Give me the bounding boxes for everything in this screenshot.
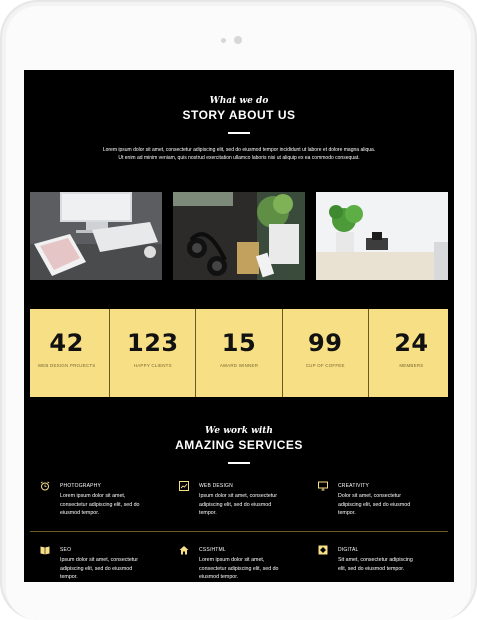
services-divider — [30, 531, 448, 532]
story-intro-line2: Ut enim ad minim veniam, quis nostrud ex… — [118, 155, 360, 161]
service-text: Lorem ipsum dolor sit amet, consectetur … — [199, 556, 319, 582]
stat-value: 15 — [221, 329, 257, 357]
service-text-line: adipiscing elit, sed do eiusmod — [338, 501, 411, 508]
service-text-line: Lorem ipsum dolor sit amet, — [60, 493, 126, 499]
service-text: Ipsum dolor sit amet, consectetur adipis… — [60, 556, 180, 582]
story-intro-line1: Lorem ipsum dolor sit amet, consectetur … — [102, 147, 376, 153]
service-text-line: elit, sed do eiusmod tempor. — [338, 565, 405, 572]
services-heading: AMAZING SERVICES — [175, 438, 303, 452]
service-text: Sit amet, consectetur adipiscing elit, s… — [338, 556, 454, 573]
plant-desk-photo[interactable] — [316, 192, 448, 280]
service-text-line: Ipsum dolor sit amet, consectetur — [60, 557, 139, 563]
stats-band: 42 WEB DESIGN PROJECTS 123 HAPPY CLIENTS… — [24, 309, 454, 397]
story-rule — [228, 132, 250, 134]
book-icon — [40, 546, 50, 555]
stat-coffee: 99 CUP OF COFFEE — [281, 309, 368, 397]
service-text-line: consectetur adipiscing elit, sed do — [199, 565, 279, 572]
service-text-line: Dolor sit amet, consectetur — [338, 493, 401, 499]
service-text: Ipsum dolor sit amet, consectetur adipis… — [199, 492, 319, 518]
stats-left-edge — [24, 309, 30, 397]
home-icon — [179, 546, 189, 555]
stat-awards: 15 AWARD WINNER — [195, 309, 281, 397]
service-text-line: tempor. — [338, 510, 356, 516]
service-title: DIGITAL — [338, 547, 359, 553]
stat-value: 123 — [127, 329, 179, 357]
stat-members: 24 MEMBERS — [367, 309, 454, 397]
chart-icon — [179, 481, 189, 491]
service-title: CSS/HTML — [199, 547, 226, 553]
service-text-line: adipiscing elit, sed do eiusmod — [60, 565, 133, 572]
stat-clients: 123 HAPPY CLIENTS — [109, 309, 195, 397]
sensor-dot — [221, 38, 226, 43]
stat-value: 24 — [394, 329, 429, 357]
services-kicker: We work with — [205, 426, 273, 436]
service-text-line: eiusmod tempor. — [199, 574, 239, 580]
service-title: SEO — [60, 547, 72, 553]
diamond-icon — [318, 545, 328, 555]
desk-computer-photo[interactable] — [30, 192, 162, 280]
service-text-line: tempor. — [199, 510, 217, 516]
stat-label: MEMBERS — [399, 363, 424, 368]
story-intro: Lorem ipsum dolor sit amet, consectetur … — [24, 146, 454, 162]
stat-value: 99 — [308, 329, 343, 357]
service-text-line: Ipsum dolor sit amet, consectetur — [199, 493, 278, 499]
monitor-icon — [318, 481, 328, 491]
service-text-line: consectetur adipiscing elit, sed do — [60, 501, 140, 508]
service-text-line: Lorem ipsum dolor sit amet, — [199, 557, 265, 563]
stat-label: WEB DESIGN PROJECTS — [37, 363, 96, 368]
services-rule — [228, 462, 250, 464]
headphones-desk-photo[interactable] — [173, 192, 305, 280]
service-text-line: eiusmod tempor. — [60, 510, 100, 516]
stat-projects: 42 WEB DESIGN PROJECTS — [24, 309, 109, 397]
stats-right-edge — [448, 309, 454, 397]
stat-label: AWARD WINNER — [219, 363, 259, 368]
service-title: PHOTOGRAPHY — [60, 483, 102, 489]
service-title: WEB DESIGN — [199, 483, 233, 489]
stat-value: 42 — [49, 329, 84, 357]
service-title: CREATIVITY — [338, 483, 370, 489]
camera-dot — [234, 36, 242, 44]
tablet-screen: What we do STORY ABOUT US Lorem ipsum do… — [24, 70, 454, 582]
service-text-line: Sit amet, consectetur adipiscing — [338, 557, 413, 563]
stat-label: HAPPY CLIENTS — [133, 363, 172, 368]
alarm-clock-icon — [40, 481, 50, 491]
service-text: Dolor sit amet, consectetur adipiscing e… — [338, 492, 454, 518]
photo-gallery — [30, 192, 448, 280]
service-text-line: adipiscing elit, sed do eiusmod — [199, 501, 272, 508]
service-text: Lorem ipsum dolor sit amet, consectetur … — [60, 492, 180, 518]
story-heading: STORY ABOUT US — [182, 108, 296, 122]
service-text-line: tempor. — [60, 574, 78, 580]
stat-label: CUP OF COFFEE — [305, 363, 345, 368]
story-kicker: What we do — [209, 96, 269, 106]
